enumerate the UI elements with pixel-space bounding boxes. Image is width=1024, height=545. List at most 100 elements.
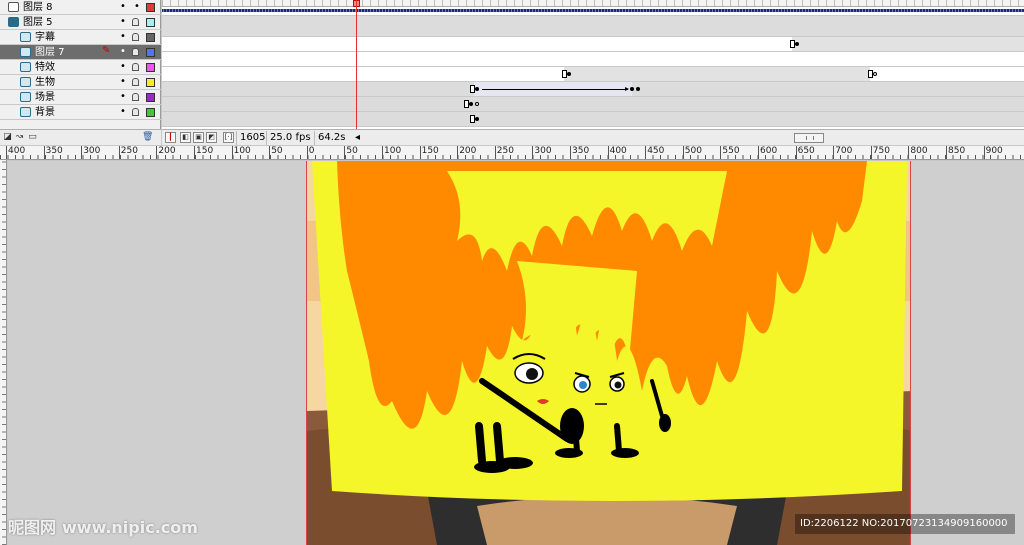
folder-icon[interactable] [8,17,19,27]
ruler-label: 550 [722,146,740,156]
layer-color-swatch[interactable] [146,108,155,117]
layer-name: 图层 7 [35,47,65,58]
lock-icon[interactable] [132,63,139,71]
timeline-status-bar: ┃ ◧ ▣ ◩ [·] 1605 25.0 fps 64.2s ◂ [162,129,1024,145]
stage-canvas[interactable] [306,161,911,545]
lock-icon[interactable] [132,33,139,41]
timeline-row[interactable] [162,82,1024,97]
motion-guide-icon[interactable]: ↝ [14,132,25,143]
keyframe-empty-dot[interactable] [873,72,877,76]
edit-multiple-icon[interactable]: ◩ [206,132,217,143]
ruler-label: 750 [872,146,890,156]
layer-color-swatch[interactable] [146,33,155,42]
layer-color-swatch[interactable] [146,3,155,12]
lock-icon[interactable] [132,48,139,56]
visibility-dot-icon[interactable]: • [120,46,126,57]
trash-icon[interactable]: 🗑 [142,132,153,143]
keyframe-dot[interactable] [795,42,799,46]
layer-icon [20,92,31,102]
layer-row-5[interactable]: 图层 5 • [0,15,161,30]
timeline-row[interactable] [162,16,1024,37]
ruler-label: 50 [271,146,283,156]
ruler-major-tick [306,146,308,159]
scene-artwork [307,161,910,545]
ruler-label: 400 [609,146,627,156]
timeline-row[interactable] [162,97,1024,112]
ruler-major-tick [908,146,910,159]
frame-rate: 25.0 fps [266,131,314,145]
timeline-row[interactable] [162,7,1024,16]
timeline-row[interactable] [162,67,1024,82]
layer-row-creatures[interactable]: 生物 • [0,75,161,90]
ruler-major-tick [833,146,835,159]
ruler-major-tick [81,146,83,159]
layer-row-background[interactable]: 背景 • [0,105,161,120]
layer-row-subtitle[interactable]: 字幕 • [0,30,161,45]
ruler-major-tick [946,146,947,159]
keyframe-dot[interactable] [475,87,479,91]
layer-row-scene[interactable]: 场景 • [0,90,161,105]
new-layer-icon[interactable]: ◪ [2,132,13,143]
new-folder-icon[interactable]: ▭ [27,132,38,143]
layer-color-swatch[interactable] [146,93,155,102]
watermark-id: ID:2206122 NO:20170723134909160000 [795,514,1015,534]
layer-row-effects[interactable]: 特效 • [0,60,161,75]
ruler-major-tick [494,146,496,159]
layer-row-8[interactable]: 图层 8 • • [0,0,161,15]
timeline-row[interactable] [162,112,1024,127]
timeline-row[interactable] [162,52,1024,67]
visibility-dot-icon[interactable]: • [120,31,126,42]
layer-name: 特效 [35,62,55,73]
tween-arrow [482,87,629,91]
ruler-label: 350 [572,146,590,156]
keyframe-dot[interactable] [567,72,571,76]
ruler-label: 100 [384,146,402,156]
keyframe-dot[interactable] [636,87,640,91]
keyframe-dot[interactable] [630,87,634,91]
visibility-dot-icon[interactable]: • [120,91,126,102]
layer-color-swatch[interactable] [146,48,155,57]
onion-markers-icon[interactable]: [·] [223,132,234,143]
ruler-label: 700 [835,146,853,156]
visibility-dot-icon[interactable]: • [120,106,126,117]
keyframe-dot[interactable] [469,102,473,106]
lock-dot-icon[interactable]: • [134,1,140,12]
timeline-scrollbar[interactable] [794,133,824,143]
center-frame-icon[interactable]: ┃ [165,132,176,143]
timeline-row[interactable] [162,37,1024,52]
layer-name: 字幕 [35,32,55,43]
visibility-dot-icon[interactable]: • [120,76,126,87]
layer-color-swatch[interactable] [146,18,155,27]
ruler-major-tick [43,146,45,159]
visibility-dot-icon[interactable]: • [120,16,126,27]
onion-outline-icon[interactable]: ▣ [193,132,204,143]
layer-name: 图层 5 [23,17,53,28]
lock-icon[interactable] [132,108,139,116]
lock-icon[interactable] [132,78,139,86]
layer-color-swatch[interactable] [146,78,155,87]
keyframe-dot[interactable] [475,117,479,121]
playhead[interactable] [356,0,357,129]
elapsed-time: 64.2s [314,131,348,145]
layer-row-7[interactable]: 图层 7 ✎ • [0,45,161,60]
frame-span [792,37,1024,51]
layer-color-swatch[interactable] [146,63,155,72]
timeline-frames[interactable] [162,0,1024,129]
lock-icon[interactable] [132,18,139,26]
layer-toolbar: ◪ ↝ ▭ 🗑 [0,129,161,145]
layer-name: 背景 [35,107,55,118]
ruler-label: 900 [985,146,1003,156]
visibility-dot-icon[interactable]: • [120,61,126,72]
layer-name: 场景 [35,92,55,103]
scroll-left-icon[interactable]: ◂ [352,131,363,145]
ruler-major-tick [682,146,684,159]
ruler-label: 200 [158,146,176,156]
keyframe-empty-dot[interactable] [475,102,479,106]
onion-skin-icon[interactable]: ◧ [180,132,191,143]
lock-icon[interactable] [132,93,139,101]
ruler-major-tick [720,146,722,159]
ruler-major-tick [156,146,158,159]
visibility-dot-icon[interactable]: • [120,1,126,12]
frame-ruler[interactable] [162,0,1024,7]
ruler-label: 150 [421,146,439,156]
